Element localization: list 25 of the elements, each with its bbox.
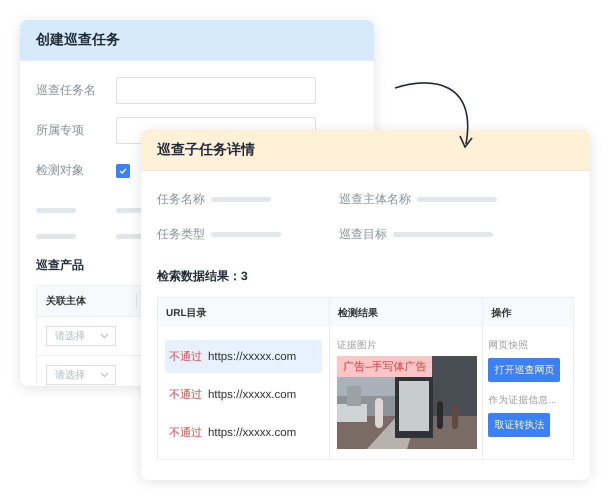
field-label: 所属专项: [36, 122, 85, 139]
info-label: 任务名称: [157, 190, 205, 208]
status-label: 不通过: [169, 350, 202, 364]
field-label: 巡查任务名: [36, 82, 97, 99]
action-caption: 作为证据信息...: [488, 394, 556, 407]
info-label: 巡查主体名称: [339, 190, 411, 208]
url-text: https://xxxxx.com: [208, 426, 296, 438]
url-text: https://xxxxx.com: [208, 388, 296, 400]
detection-tag: 广告–手写体广告: [337, 356, 432, 377]
url-text: https://xxxxx.com: [208, 350, 296, 362]
info-label: 任务类型: [157, 226, 205, 242]
card-title: 巡查子任务详情: [157, 141, 255, 159]
column-header: 关联主体: [37, 294, 137, 308]
info-label: 巡查目标: [339, 226, 387, 242]
status-label: 不通过: [169, 388, 202, 402]
field-label: 检测对象: [36, 162, 85, 179]
action-caption: 网页快照: [488, 339, 528, 352]
card-title: 创建巡查任务: [36, 31, 120, 49]
result-count: 检索数据结果：3: [157, 268, 249, 285]
status-label: 不通过: [169, 426, 202, 440]
section-title: 巡查产品: [36, 257, 85, 274]
column-header: 检测结果: [330, 298, 484, 327]
column-header: URL目录: [158, 298, 330, 327]
evidence-label: 证据图片: [337, 339, 378, 352]
column-header: 操作: [490, 306, 512, 320]
